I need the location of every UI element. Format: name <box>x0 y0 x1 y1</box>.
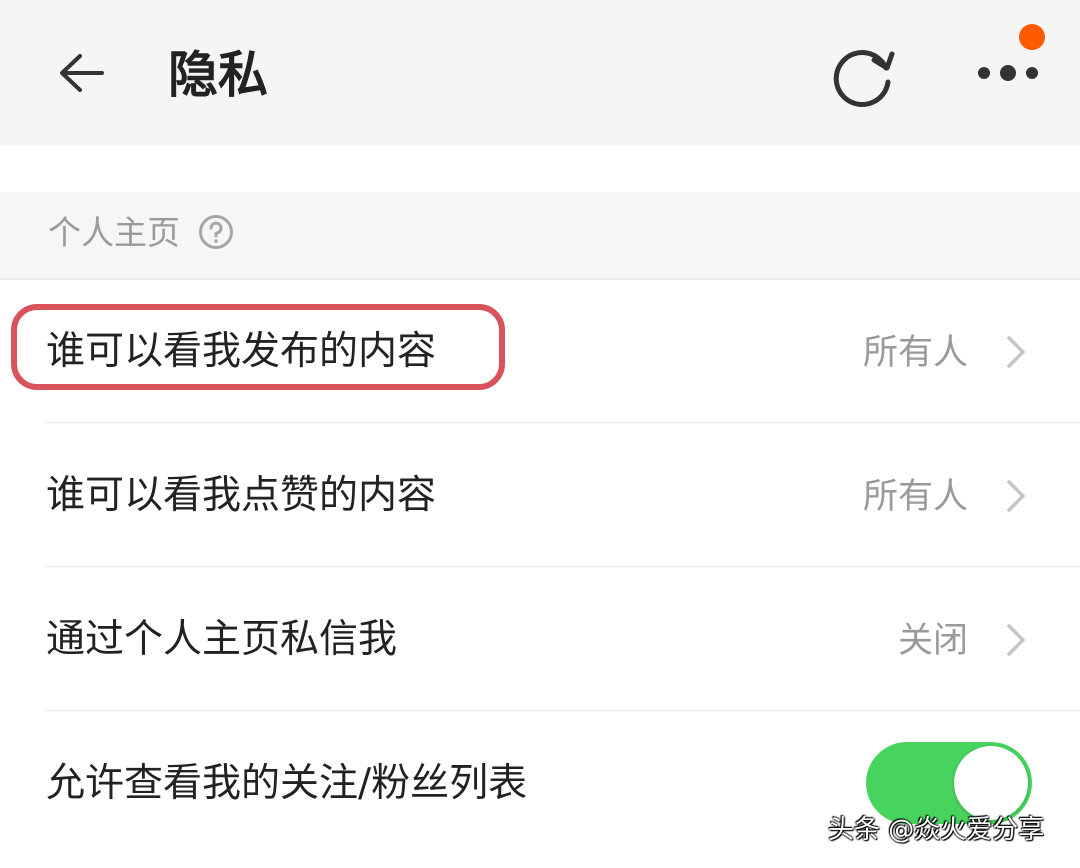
back-arrow-icon <box>60 54 104 92</box>
row-divider <box>44 710 1080 711</box>
refresh-icon <box>833 50 895 108</box>
page-title: 隐私 <box>168 46 268 104</box>
setting-row-who-can-see-posts[interactable]: 谁可以看我发布的内容 所有人 <box>0 280 1080 423</box>
more-dots-icon <box>978 65 1038 81</box>
back-button[interactable] <box>52 42 112 102</box>
row-value: 所有人 <box>862 477 968 517</box>
chevron-right-icon <box>1007 624 1025 656</box>
watermark: 头条 @焱火爱分享 <box>828 815 1045 845</box>
row-label: 通过个人主页私信我 <box>46 617 398 662</box>
row-label: 谁可以看我点赞的内容 <box>46 473 437 518</box>
refresh-button[interactable] <box>826 38 902 114</box>
more-button[interactable] <box>970 40 1046 106</box>
toggle-knob <box>954 746 1028 820</box>
section-title: 个人主页 <box>48 213 180 252</box>
help-icon[interactable] <box>198 214 234 250</box>
chevron-right-icon <box>1007 336 1025 368</box>
setting-row-profile-messages[interactable]: 通过个人主页私信我 关闭 <box>0 568 1080 711</box>
row-value: 所有人 <box>862 333 968 373</box>
row-value: 关闭 <box>897 621 968 661</box>
privacy-settings-screen: 隐私 个人主页 谁可以看我发布的内容 所有人 谁可以看我点赞的内容 所有人 通过… <box>0 0 1080 868</box>
row-divider <box>44 422 1080 423</box>
notification-dot <box>1019 24 1045 50</box>
row-label: 谁可以看我发布的内容 <box>46 329 437 374</box>
chevron-right-icon <box>1007 480 1025 512</box>
row-label: 允许查看我的关注/粉丝列表 <box>46 761 528 806</box>
setting-row-who-can-see-likes[interactable]: 谁可以看我点赞的内容 所有人 <box>0 424 1080 567</box>
row-divider <box>44 566 1080 567</box>
section-header-profile: 个人主页 <box>0 192 1080 280</box>
top-app-bar: 隐私 <box>0 0 1080 145</box>
